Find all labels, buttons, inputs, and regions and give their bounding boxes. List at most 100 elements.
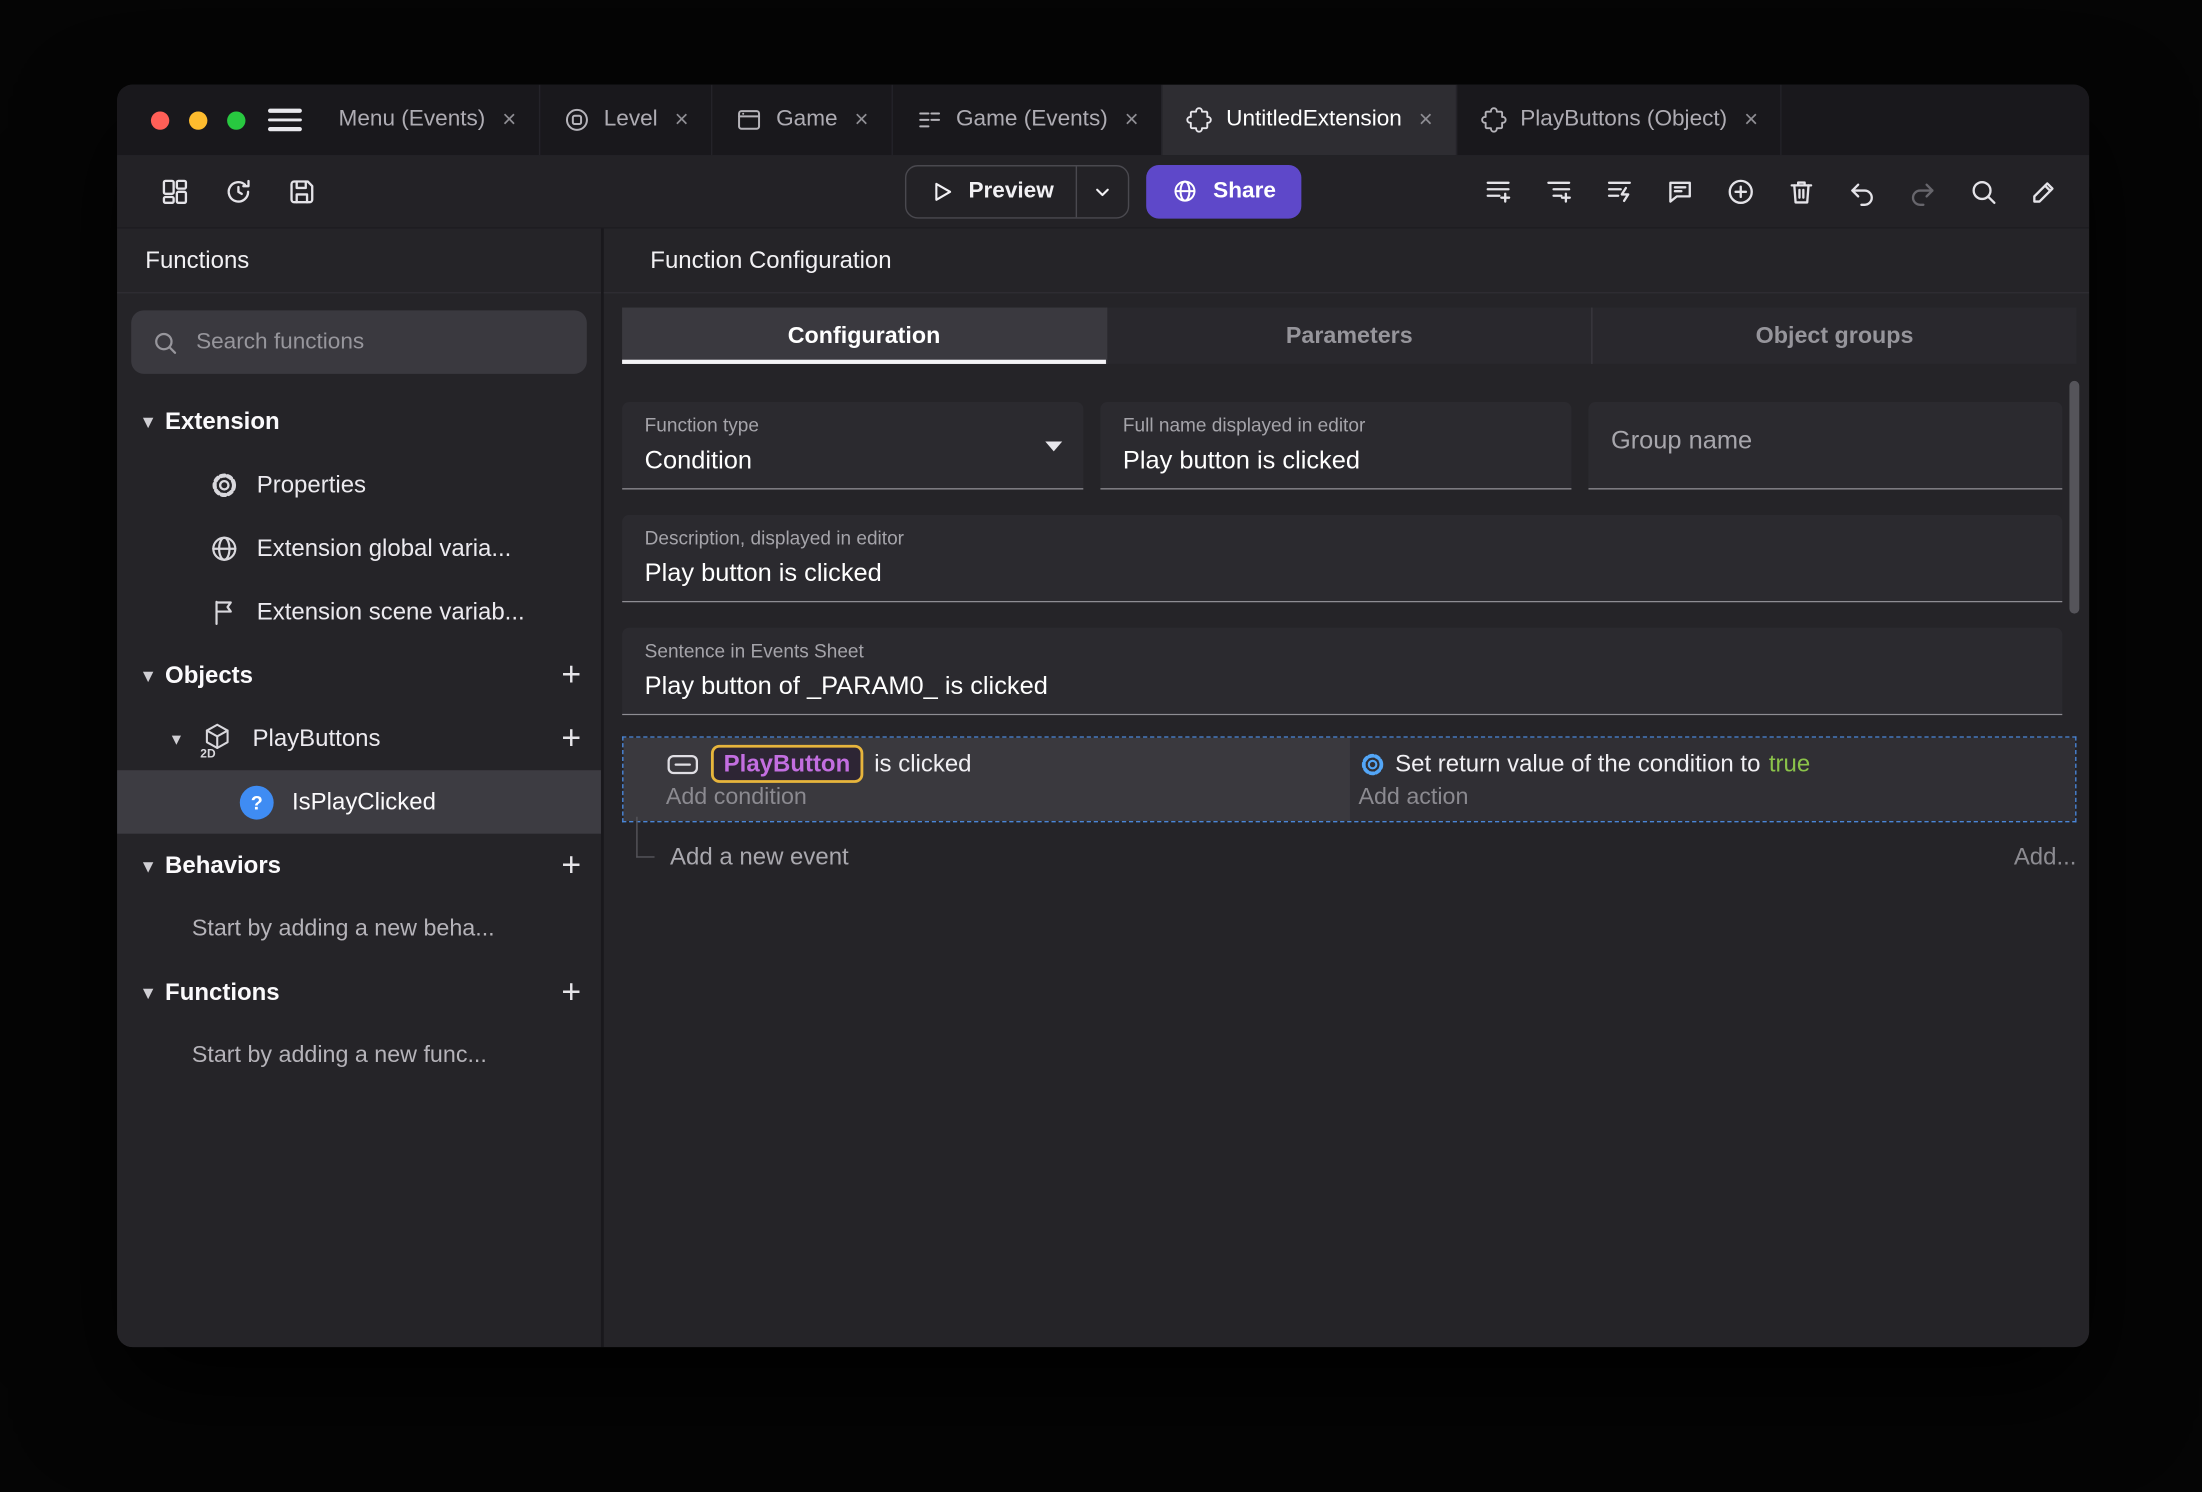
item-label: Extension scene variab... <box>256 597 525 625</box>
tab-label: Parameters <box>1285 322 1413 348</box>
field-label: Group name <box>1610 426 1753 455</box>
redo-button[interactable] <box>1906 174 1940 208</box>
undo-button[interactable] <box>1845 174 1879 208</box>
main-header: Function Configuration <box>603 229 2090 294</box>
toolbar-left-group <box>158 174 319 208</box>
stage: Menu (Events) × Level × Game × Game (Eve… <box>0 0 2202 1492</box>
sidebar-item-properties[interactable]: Properties <box>117 453 601 516</box>
sidebar-item-extension-scene-variables[interactable]: Extension scene variab... <box>117 580 601 643</box>
function-type-select[interactable]: Function type Condition <box>622 402 1084 490</box>
sidebar-item-isplayclicked[interactable]: ? IsPlayClicked <box>117 770 601 834</box>
add-behavior-button[interactable]: + <box>561 848 581 883</box>
sidebar-section-objects[interactable]: ▾ Objects + <box>117 643 601 706</box>
event-row[interactable]: PlayButton is clicked Add condition Set … <box>622 736 2077 823</box>
event-nesting-line <box>636 816 655 858</box>
section-label: Functions <box>165 978 280 1006</box>
close-tab-icon[interactable]: × <box>675 106 689 134</box>
field-value: Play button is clicked <box>644 558 882 587</box>
add-object-button[interactable]: + <box>561 657 581 692</box>
sidebar-item-playbuttons[interactable]: ▾ 2D PlayButtons + <box>117 707 601 770</box>
globe-icon <box>212 535 237 561</box>
gear-icon <box>1361 753 1384 775</box>
action-line: Set return value of the condition to tru… <box>1358 745 2075 783</box>
action-value: true <box>1768 749 1811 777</box>
zoom-window-button[interactable] <box>227 110 246 130</box>
add-new-event-button[interactable]: Add a new event <box>670 844 849 872</box>
add-object-function-button[interactable]: + <box>561 721 581 756</box>
description-field[interactable]: Description, displayed in editor Play bu… <box>622 514 2063 603</box>
chevron-down-icon[interactable]: ▾ <box>165 727 188 750</box>
tab-label: Object groups <box>1755 322 1914 348</box>
tab-level[interactable]: Level × <box>540 84 713 156</box>
chevron-down-icon[interactable]: ▾ <box>137 410 160 433</box>
sentence-field[interactable]: Sentence in Events Sheet Play button of … <box>622 627 2063 716</box>
chevron-down-icon[interactable]: ▾ <box>137 981 160 1004</box>
tab-label: Level <box>603 107 658 132</box>
sidebar-section-behaviors[interactable]: ▾ Behaviors + <box>117 834 601 897</box>
add-other-event-button[interactable] <box>1602 174 1636 208</box>
close-tab-icon[interactable]: × <box>502 106 516 134</box>
sidebar-section-extension[interactable]: ▾ Extension <box>117 389 601 452</box>
search-button[interactable] <box>1966 174 2000 208</box>
close-window-button[interactable] <box>150 110 170 130</box>
add-event-row: Add a new event Add... <box>622 844 2076 872</box>
trash-icon <box>1790 180 1813 203</box>
preview-label: Preview <box>968 178 1054 203</box>
minimize-window-button[interactable] <box>189 110 208 130</box>
tab-menu-events[interactable]: Menu (Events) × <box>316 84 541 156</box>
dropdown-caret-icon <box>1045 441 1063 452</box>
delete-button[interactable] <box>1784 174 1818 208</box>
add-event-icon <box>1486 180 1511 203</box>
layout-panels-icon <box>162 178 188 204</box>
add-function-button[interactable]: + <box>561 975 581 1009</box>
open-project-manager-button[interactable] <box>158 174 192 208</box>
tab-playbuttons-object[interactable]: PlayButtons (Object) × <box>1457 84 1783 156</box>
add-comment-button[interactable] <box>1663 174 1697 208</box>
search-icon <box>155 332 177 354</box>
search-box[interactable] <box>131 310 587 374</box>
tab-game-events[interactable]: Game (Events) × <box>893 84 1163 156</box>
share-button[interactable]: Share <box>1146 164 1302 218</box>
conditions-cell[interactable]: PlayButton is clicked Add condition <box>623 737 1350 821</box>
chevron-down-icon[interactable]: ▾ <box>137 664 160 687</box>
add-other-event-icon <box>1607 180 1631 202</box>
item-label: Properties <box>256 470 367 498</box>
tab-object-groups[interactable]: Object groups <box>1592 307 2077 364</box>
add-subevent-button[interactable] <box>1542 174 1576 208</box>
hint-label: Start by adding a new beha... <box>191 915 495 941</box>
save-project-button[interactable] <box>285 174 319 208</box>
chevron-down-icon[interactable]: ▾ <box>137 854 160 877</box>
tab-configuration[interactable]: Configuration <box>622 307 1108 364</box>
tab-game[interactable]: Game × <box>713 84 893 156</box>
close-tab-icon[interactable]: × <box>1419 106 1433 134</box>
close-tab-icon[interactable]: × <box>855 106 869 134</box>
actions-cell[interactable]: Set return value of the condition to tru… <box>1349 737 2076 821</box>
close-tab-icon[interactable]: × <box>1744 106 1758 134</box>
pen-icon <box>2033 181 2054 203</box>
functions-sidebar: Functions ▾ Extension Properties <box>117 228 604 1348</box>
tab-untitled-extension[interactable]: UntitledExtension × <box>1162 84 1457 156</box>
add-circle-button[interactable] <box>1724 174 1758 208</box>
add-condition-button[interactable]: Add condition <box>666 784 1350 811</box>
game-scene-icon <box>738 110 761 130</box>
condition-object-chip[interactable]: PlayButton <box>710 744 863 783</box>
add-event-button[interactable] <box>1481 174 1515 208</box>
field-label: Function type <box>644 414 759 436</box>
add-more-button[interactable]: Add... <box>2014 844 2077 872</box>
vertical-scrollbar[interactable] <box>2069 380 2080 614</box>
tab-parameters[interactable]: Parameters <box>1107 307 1593 364</box>
sidebar-item-extension-global-variables[interactable]: Extension global varia... <box>117 516 601 579</box>
configuration-tabs: Configuration Parameters Object groups <box>622 307 2077 364</box>
preview-button[interactable]: Preview <box>904 164 1130 218</box>
sidebar-section-functions[interactable]: ▾ Functions + <box>117 961 601 1024</box>
full-name-field[interactable]: Full name displayed in editor Play butto… <box>1100 402 1572 490</box>
hamburger-menu-icon[interactable] <box>268 108 302 132</box>
page-title: Function Configuration <box>650 246 892 273</box>
group-name-field[interactable]: Group name <box>1588 402 2063 490</box>
search-input[interactable] <box>196 329 568 355</box>
edit-button[interactable] <box>2027 174 2061 208</box>
close-tab-icon[interactable]: × <box>1125 106 1139 134</box>
add-action-button[interactable]: Add action <box>1358 784 2075 811</box>
history-button[interactable] <box>221 174 255 208</box>
preview-options-button[interactable] <box>1078 166 1129 217</box>
